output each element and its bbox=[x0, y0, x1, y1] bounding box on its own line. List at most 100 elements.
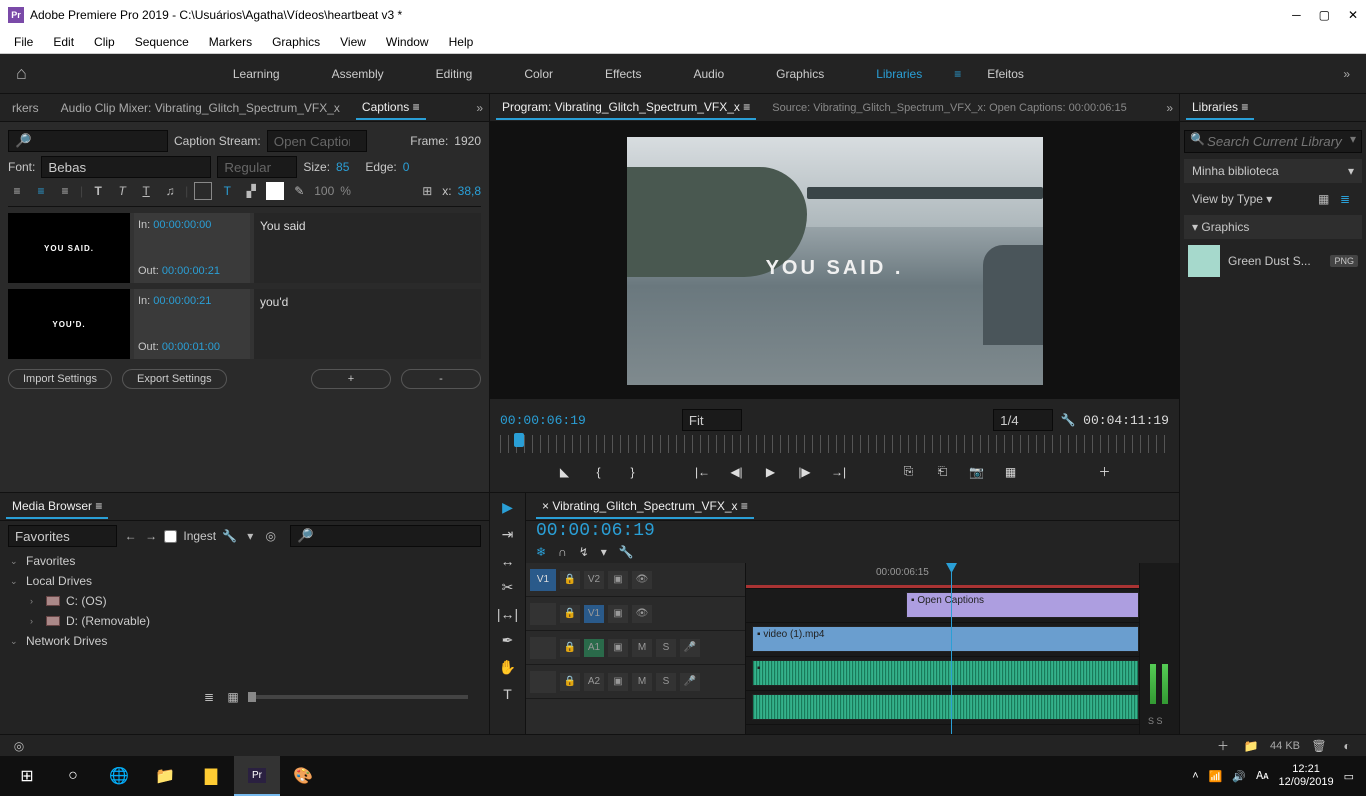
size-value[interactable]: 85 bbox=[336, 160, 349, 174]
track-select-tool-icon[interactable]: ⇥ bbox=[502, 526, 514, 543]
goto-in-icon[interactable]: |← bbox=[694, 465, 712, 479]
slip-tool-icon[interactable]: |↔| bbox=[497, 606, 518, 622]
library-item[interactable]: Green Dust S... PNG bbox=[1184, 239, 1362, 283]
caption1-out[interactable]: 00:00:00:21 bbox=[162, 265, 220, 277]
nav-forward-icon[interactable]: → bbox=[144, 527, 159, 545]
minimize-button[interactable]: ─ bbox=[1292, 8, 1301, 22]
ws-menu-icon[interactable]: ≡ bbox=[954, 67, 961, 81]
marker-icon[interactable]: ▾ bbox=[601, 545, 607, 559]
text-color-icon[interactable]: T bbox=[218, 182, 236, 200]
tray-chevron-icon[interactable]: ˄ bbox=[1192, 770, 1198, 782]
tree-local-drives[interactable]: ⌄Local Drives bbox=[0, 571, 489, 591]
menu-help[interactable]: Help bbox=[439, 31, 484, 53]
selection-tool-icon[interactable]: ▶ bbox=[502, 499, 513, 516]
export-frame-icon[interactable]: 📷 bbox=[968, 465, 986, 479]
caption1-in[interactable]: 00:00:00:00 bbox=[153, 219, 211, 231]
caption2-text[interactable]: you'd bbox=[254, 289, 481, 359]
caption-search-input[interactable] bbox=[8, 130, 168, 152]
mark-out-icon[interactable]: { bbox=[590, 465, 608, 479]
ws-effects[interactable]: Effects bbox=[579, 54, 667, 94]
tree-drive-c[interactable]: ›C: (OS) bbox=[0, 591, 489, 611]
home-icon[interactable]: ⌂ bbox=[16, 63, 27, 84]
clip-video[interactable]: ▪ video (1).mp4 bbox=[752, 626, 1139, 652]
tree-favorites[interactable]: ⌄Favorites bbox=[0, 551, 489, 571]
view-thumb-icon[interactable]: ▦ bbox=[224, 688, 242, 706]
scale-select[interactable]: 1/4 bbox=[993, 409, 1053, 431]
ws-color[interactable]: Color bbox=[498, 54, 579, 94]
notifications-icon[interactable]: ▭ bbox=[1344, 770, 1354, 783]
music-icon[interactable]: ♫ bbox=[161, 182, 179, 200]
track-head-a2[interactable]: 🔒 A2 ▣ M S 🎤 bbox=[526, 665, 745, 699]
eye-icon[interactable]: 👁 bbox=[632, 571, 652, 589]
ws-libraries[interactable]: Libraries bbox=[850, 54, 948, 94]
mark-clip-icon[interactable]: } bbox=[624, 465, 642, 479]
chevron-down-icon[interactable]: ▾ bbox=[1350, 132, 1356, 146]
tab-media-browser[interactable]: Media Browser ≡ bbox=[6, 495, 108, 519]
bold-icon[interactable]: T bbox=[89, 182, 107, 200]
list-view-icon[interactable]: ≣ bbox=[1336, 190, 1354, 208]
chrome-icon[interactable]: 🌐 bbox=[96, 756, 142, 796]
explorer-icon[interactable]: 📁 bbox=[142, 756, 188, 796]
edge-style-icon[interactable]: ▞ bbox=[242, 182, 260, 200]
eyedropper-icon[interactable]: ✎ bbox=[290, 182, 308, 200]
pen-tool-icon[interactable]: ✒ bbox=[502, 632, 514, 649]
program-scrubber[interactable] bbox=[500, 435, 1169, 453]
x-value[interactable]: 38,8 bbox=[458, 184, 481, 198]
wifi-icon[interactable]: 📶 bbox=[1209, 770, 1223, 783]
razor-tool-icon[interactable]: ✂ bbox=[502, 579, 514, 596]
goto-out-icon[interactable]: →| bbox=[830, 465, 848, 479]
play-icon[interactable]: ▶ bbox=[762, 465, 780, 479]
align-left-icon[interactable]: ≡ bbox=[8, 182, 26, 200]
menu-file[interactable]: File bbox=[4, 31, 43, 53]
view-list-icon[interactable]: ≣ bbox=[200, 688, 218, 706]
lock-icon[interactable]: 🔒 bbox=[560, 571, 580, 589]
solo-label[interactable]: S S bbox=[1148, 716, 1163, 726]
folder-icon[interactable]: 📁 bbox=[1242, 737, 1260, 755]
linked-sel-icon[interactable]: ↯ bbox=[579, 545, 589, 559]
favorites-select[interactable]: Favorites bbox=[8, 525, 117, 547]
tab-captions[interactable]: Captions ≡ bbox=[356, 96, 426, 120]
extract-icon[interactable]: ⎗ bbox=[934, 464, 952, 479]
hand-tool-icon[interactable]: ✋ bbox=[499, 659, 516, 676]
align-center-icon[interactable]: ≡ bbox=[32, 182, 50, 200]
library-search-input[interactable] bbox=[1184, 130, 1362, 153]
timeline-clips-area[interactable]: 00:00:06:15 ▪ Open Captions ▪ video (1).… bbox=[746, 563, 1139, 734]
track-head-a1[interactable]: 🔒 A1 ▣ M S 🎤 bbox=[526, 631, 745, 665]
tl-wrench-icon[interactable]: 🔧 bbox=[619, 545, 634, 559]
bg-color-icon[interactable] bbox=[194, 182, 212, 200]
import-settings-button[interactable]: Import Settings bbox=[8, 369, 112, 389]
timeline-ruler[interactable]: 00:00:06:15 bbox=[746, 563, 1139, 589]
menu-graphics[interactable]: Graphics bbox=[262, 31, 330, 53]
step-fwd-icon[interactable]: |▶ bbox=[796, 465, 814, 479]
menu-view[interactable]: View bbox=[330, 31, 376, 53]
caption2-out[interactable]: 00:00:01:00 bbox=[162, 341, 220, 353]
eye-icon[interactable]: 👁 bbox=[632, 605, 652, 623]
fit-select[interactable]: Fit bbox=[682, 409, 742, 431]
taskbar-clock[interactable]: 12:21 12/09/2019 bbox=[1279, 763, 1334, 789]
my-library-dropdown[interactable]: Minha biblioteca▾ bbox=[1184, 159, 1362, 183]
comparison-icon[interactable]: ▦ bbox=[1002, 465, 1020, 479]
ingest-checkbox[interactable] bbox=[164, 530, 177, 543]
program-tc-current[interactable]: 00:00:06:19 bbox=[500, 413, 586, 428]
toggle-output-icon[interactable]: ▣ bbox=[608, 571, 628, 589]
lift-icon[interactable]: ⎘ bbox=[900, 464, 918, 479]
wrench-icon[interactable]: 🔧 bbox=[222, 527, 237, 545]
tree-network-drives[interactable]: ⌄Network Drives bbox=[0, 631, 489, 651]
fill-color-icon[interactable] bbox=[266, 182, 284, 200]
snap-icon[interactable]: ❄ bbox=[536, 545, 546, 559]
settings-wrench-icon[interactable]: 🔧 bbox=[1059, 411, 1077, 429]
font-select[interactable]: Bebas bbox=[41, 156, 211, 178]
menu-window[interactable]: Window bbox=[376, 31, 439, 53]
mic-icon[interactable]: 🎤 bbox=[680, 673, 700, 691]
premiere-icon[interactable]: Pr bbox=[234, 756, 280, 796]
panel-overflow-icon[interactable]: » bbox=[476, 101, 483, 115]
remove-caption-button[interactable]: - bbox=[401, 369, 481, 389]
track-head-v2[interactable]: V1 🔒 V2 ▣ 👁 bbox=[526, 563, 745, 597]
tab-audio-clip-mixer[interactable]: Audio Clip Mixer: Vibrating_Glitch_Spect… bbox=[55, 97, 346, 119]
underline-icon[interactable]: T bbox=[137, 182, 155, 200]
paint-icon[interactable]: 🎨 bbox=[280, 756, 326, 796]
ws-graphics[interactable]: Graphics bbox=[750, 54, 850, 94]
button-editor-add-icon[interactable]: ＋ bbox=[1096, 463, 1114, 480]
caption-entry-1[interactable]: YOU SAID. In: 00:00:00:00 Out: 00:00:00:… bbox=[8, 213, 481, 283]
ws-editing[interactable]: Editing bbox=[410, 54, 499, 94]
